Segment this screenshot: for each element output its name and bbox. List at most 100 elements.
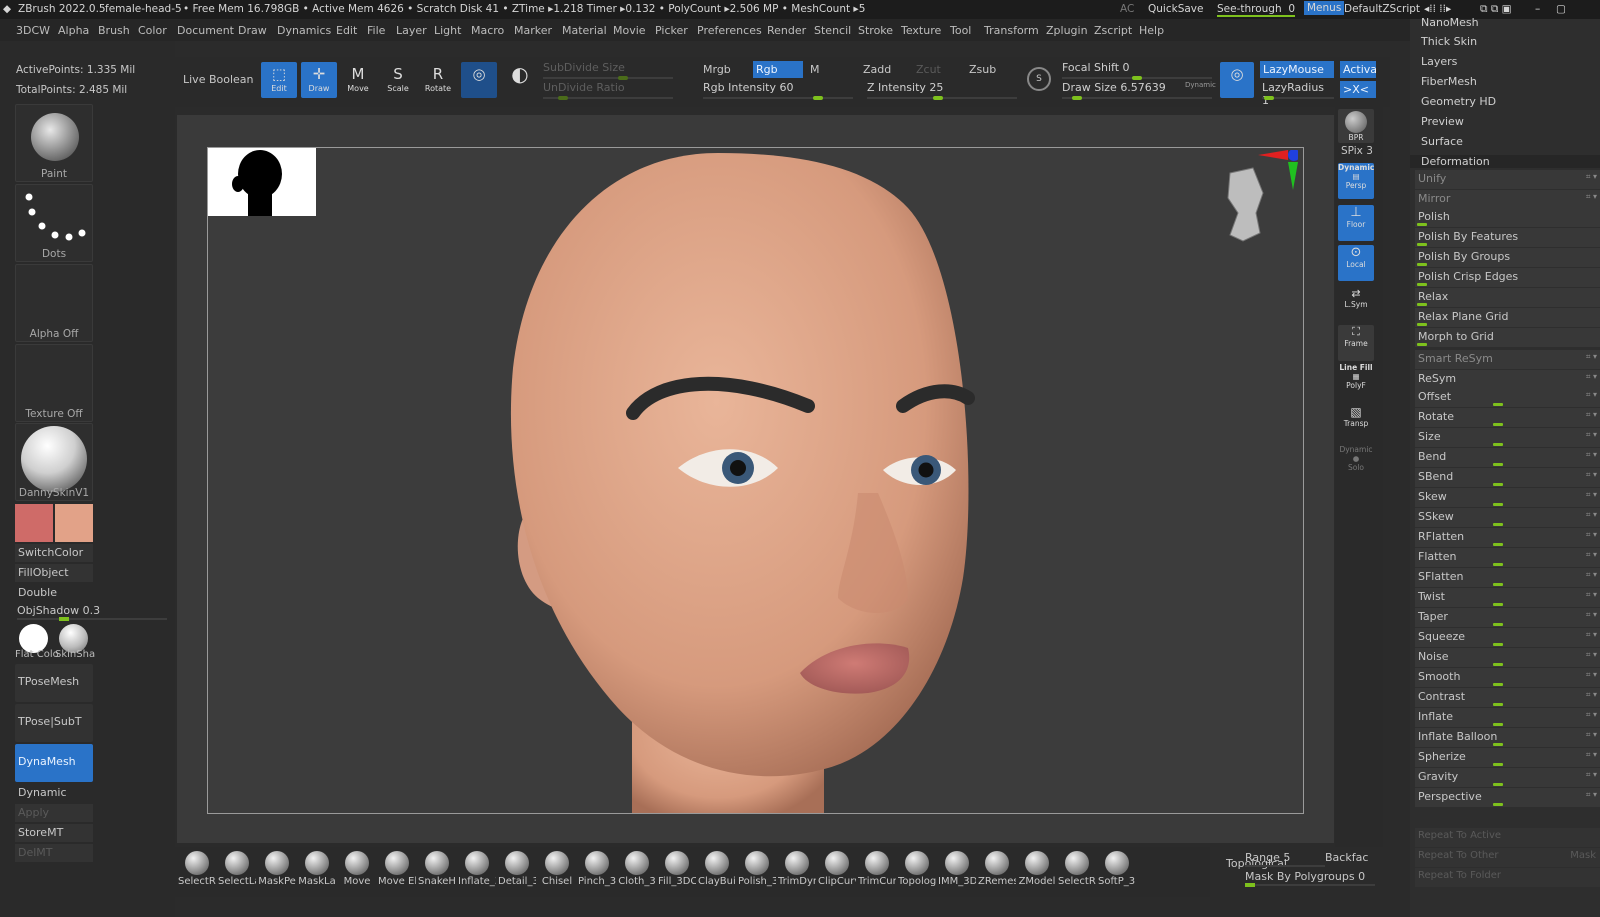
menu-document[interactable]: Document xyxy=(177,24,234,37)
preview-subpalette[interactable]: Preview xyxy=(1421,115,1464,128)
spix-slider[interactable]: SPix 3 xyxy=(1341,145,1373,157)
relax-slider[interactable]: Relax xyxy=(1415,288,1600,307)
brush-slot-21[interactable]: ZModel xyxy=(1018,849,1056,893)
menu-picker[interactable]: Picker xyxy=(655,24,688,37)
brush-slot-20[interactable]: ZRemes xyxy=(978,849,1016,893)
mask-toggle[interactable]: Mask xyxy=(1570,850,1596,861)
brush-slot-8[interactable]: Detail_3 xyxy=(498,849,536,893)
frame-button[interactable]: ⛶Frame xyxy=(1338,325,1374,361)
lazy-step-button[interactable]: ◎ xyxy=(1220,62,1254,98)
dynamic-button[interactable]: Dynamic xyxy=(15,784,93,802)
brush-slot-19[interactable]: IMM_3D xyxy=(938,849,976,893)
polyf-button[interactable]: Line Fill▦PolyF xyxy=(1338,363,1374,399)
repeat-to-folder-button[interactable]: Repeat To Folder xyxy=(1415,868,1600,887)
brush-slot-6[interactable]: SnakeH xyxy=(418,849,456,893)
menu-alpha[interactable]: Alpha xyxy=(58,24,89,37)
default-zscript-button[interactable]: DefaultZScript xyxy=(1344,3,1420,15)
menu-zplugin[interactable]: Zplugin xyxy=(1046,24,1088,37)
menu-preferences[interactable]: Preferences xyxy=(697,24,762,37)
size-slider[interactable]: Size⌗ ▾ xyxy=(1415,428,1600,447)
menu-movie[interactable]: Movie xyxy=(613,24,646,37)
dynamesh-button[interactable]: DynaMesh xyxy=(15,744,93,782)
see-through-slider[interactable]: See-through 0 xyxy=(1217,3,1295,17)
brush-slot-10[interactable]: Pinch_3 xyxy=(578,849,616,893)
inflate-slider[interactable]: Inflate⌗ ▾ xyxy=(1415,708,1600,727)
brush-slot-15[interactable]: TrimDyn xyxy=(778,849,816,893)
deformation-subpalette[interactable]: Deformation xyxy=(1410,155,1600,168)
perspective-slider[interactable]: Perspective⌗ ▾ xyxy=(1415,788,1600,807)
repeat-to-other-button[interactable]: Repeat To OtherMask xyxy=(1415,848,1600,867)
brush-slot-7[interactable]: Inflate_3 xyxy=(458,849,496,893)
transp-button[interactable]: ▧Transp xyxy=(1338,405,1374,441)
polish-by-features-slider[interactable]: Polish By Features xyxy=(1415,228,1600,247)
brush-slot-13[interactable]: ClayBuil xyxy=(698,849,736,893)
mask-by-polygroups-slider[interactable]: Mask By Polygroups 0 xyxy=(1245,870,1375,886)
alpha-picker[interactable]: Alpha Off xyxy=(15,264,93,342)
menu-color[interactable]: Color xyxy=(138,24,167,37)
lazyradius-slider[interactable]: LazyRadius 1 xyxy=(1262,81,1334,99)
tpose-subt-button[interactable]: TPose|SubT xyxy=(15,704,93,742)
menu-help[interactable]: Help xyxy=(1139,24,1164,37)
local-button[interactable]: ⊙Local xyxy=(1338,245,1374,281)
inflate-balloon-slider[interactable]: Inflate Balloon⌗ ▾ xyxy=(1415,728,1600,747)
brush-slot-17[interactable]: TrimCur xyxy=(858,849,896,893)
nanomesh-subpalette[interactable]: NanoMesh xyxy=(1421,16,1479,29)
menu-3dcw[interactable]: 3DCW xyxy=(16,24,50,37)
secondary-color-swatch[interactable] xyxy=(55,504,93,542)
surface-subpalette[interactable]: Surface xyxy=(1421,135,1463,148)
smart-resym-button[interactable]: Smart ReSym⌗ ▾ xyxy=(1415,350,1600,369)
window-controls-icon[interactable]: ⧉ ⧉ ▣ xyxy=(1480,3,1512,16)
repeat-to-active-button[interactable]: Repeat To Active xyxy=(1415,828,1600,847)
zcut-button[interactable]: Zcut xyxy=(916,63,941,76)
gizmo-toggle[interactable]: ◎ xyxy=(461,62,497,98)
stroke-picker[interactable]: Dots xyxy=(15,184,93,262)
brush-slot-9[interactable]: Chisel xyxy=(538,849,576,893)
rotate-button[interactable]: RRotate xyxy=(420,62,456,98)
texture-picker[interactable]: Texture Off xyxy=(15,344,93,422)
sbend-slider[interactable]: SBend⌗ ▾ xyxy=(1415,468,1600,487)
brush-slot-4[interactable]: Move xyxy=(338,849,376,893)
menu-draw[interactable]: Draw xyxy=(238,24,267,37)
double-button[interactable]: Double xyxy=(15,584,93,602)
perspective-button[interactable]: Dynamic▤Persp xyxy=(1338,163,1374,199)
contrast-slider[interactable]: Contrast⌗ ▾ xyxy=(1415,688,1600,707)
menu-tool[interactable]: Tool xyxy=(950,24,971,37)
minimize-icon[interactable]: – xyxy=(1535,3,1540,15)
brush-slot-12[interactable]: Fill_3DC xyxy=(658,849,696,893)
zadd-button[interactable]: Zadd xyxy=(863,63,891,76)
range-slider[interactable]: Range 5 xyxy=(1245,851,1325,867)
brush-slot-0[interactable]: SelectRe xyxy=(178,849,216,893)
menu-render[interactable]: Render xyxy=(767,24,806,37)
taper-slider[interactable]: Taper⌗ ▾ xyxy=(1415,608,1600,627)
brush-slot-5[interactable]: Move El xyxy=(378,849,416,893)
menu-light[interactable]: Light xyxy=(434,24,461,37)
obj-shadow-slider[interactable]: ObjShadow 0.3 xyxy=(17,604,167,620)
m-button[interactable]: M xyxy=(810,63,820,76)
menus-button[interactable]: Menus xyxy=(1304,1,1344,15)
noise-slider[interactable]: Noise⌗ ▾ xyxy=(1415,648,1600,667)
skew-slider[interactable]: Skew⌗ ▾ xyxy=(1415,488,1600,507)
document-canvas[interactable] xyxy=(207,147,1304,814)
bend-slider[interactable]: Bend⌗ ▾ xyxy=(1415,448,1600,467)
sskew-slider[interactable]: SSkew⌗ ▾ xyxy=(1415,508,1600,527)
flatten-slider[interactable]: Flatten⌗ ▾ xyxy=(1415,548,1600,567)
brush-slot-23[interactable]: SoftP_3D xyxy=(1098,849,1136,893)
z-intensity-slider[interactable]: Z Intensity 25 xyxy=(867,81,1017,99)
brush-slot-1[interactable]: SelectLa xyxy=(218,849,256,893)
switch-color-button[interactable]: SwitchColor xyxy=(15,544,93,562)
undivide-ratio-slider[interactable]: UnDivide Ratio xyxy=(543,81,673,99)
edit-button[interactable]: ⬚Edit xyxy=(261,62,297,98)
brush-slot-16[interactable]: ClipCurv xyxy=(818,849,856,893)
menu-brush[interactable]: Brush xyxy=(98,24,130,37)
polish-slider[interactable]: Polish xyxy=(1415,208,1600,227)
tpose-mesh-button[interactable]: TPoseMesh xyxy=(15,664,93,702)
thick-skin-subpalette[interactable]: Thick Skin xyxy=(1421,35,1477,48)
layout-icons[interactable]: ◂⁞⁞ ⁞⁞▸ xyxy=(1424,3,1451,15)
menu-texture[interactable]: Texture xyxy=(901,24,941,37)
bpr-button[interactable]: BPR xyxy=(1338,109,1374,143)
material-picker[interactable]: DannySkinV1 xyxy=(15,423,93,501)
maximize-icon[interactable]: ▢ xyxy=(1556,3,1566,15)
menu-macro[interactable]: Macro xyxy=(471,24,504,37)
twist-slider[interactable]: Twist⌗ ▾ xyxy=(1415,588,1600,607)
brush-picker[interactable]: Paint xyxy=(15,104,93,182)
